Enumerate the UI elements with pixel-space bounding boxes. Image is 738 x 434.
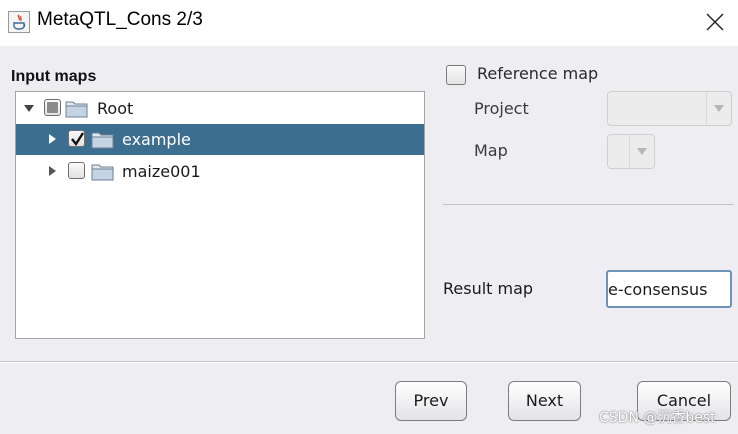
close-button[interactable] xyxy=(692,0,738,46)
tree-node-label: Root xyxy=(97,99,134,118)
map-dropdown[interactable] xyxy=(607,134,655,169)
button-bar-divider-highlight xyxy=(0,362,738,363)
watermark: CSDN @沉香best xyxy=(599,410,716,426)
expand-arrow-icon[interactable] xyxy=(46,165,58,177)
example-checkbox[interactable] xyxy=(68,130,85,147)
section-divider xyxy=(443,204,734,205)
input-maps-label: Input maps xyxy=(11,68,97,85)
folder-icon xyxy=(91,164,114,181)
tree-node-label: maize001 xyxy=(122,162,201,181)
next-button[interactable]: Next xyxy=(508,381,581,421)
title-bar: MetaQTL_Cons 2/3 xyxy=(0,0,738,46)
dialog-window: MetaQTL_Cons 2/3 Input maps Root example… xyxy=(0,0,738,434)
project-dropdown[interactable] xyxy=(607,91,732,126)
reference-map-label: Reference map xyxy=(477,64,599,83)
reference-map-checkbox[interactable] xyxy=(446,65,466,85)
expand-arrow-icon[interactable] xyxy=(46,133,58,145)
window-title: MetaQTL_Cons 2/3 xyxy=(37,9,203,30)
dropdown-arrow-icon xyxy=(637,148,647,155)
tree-node-maize001[interactable]: maize001 xyxy=(16,156,424,187)
tree-node-root[interactable]: Root xyxy=(16,93,424,124)
map-label: Map xyxy=(474,141,508,160)
result-map-label: Result map xyxy=(443,279,534,298)
checkmark-icon xyxy=(71,132,85,147)
close-icon[interactable] xyxy=(706,13,724,31)
maize001-checkbox[interactable] xyxy=(68,162,85,179)
root-checkbox[interactable] xyxy=(44,99,61,116)
dropdown-arrow-icon xyxy=(714,105,724,112)
project-label: Project xyxy=(474,99,529,118)
folder-icon xyxy=(65,101,88,118)
input-maps-tree[interactable]: Root example maize001 xyxy=(15,91,425,339)
prev-button[interactable]: Prev xyxy=(395,381,467,421)
java-app-icon xyxy=(8,11,30,33)
collapse-arrow-icon[interactable] xyxy=(23,102,35,114)
result-map-input[interactable] xyxy=(606,270,732,308)
folder-icon xyxy=(91,132,114,149)
tree-node-example[interactable]: example xyxy=(16,124,424,155)
tree-node-label: example xyxy=(122,130,191,149)
